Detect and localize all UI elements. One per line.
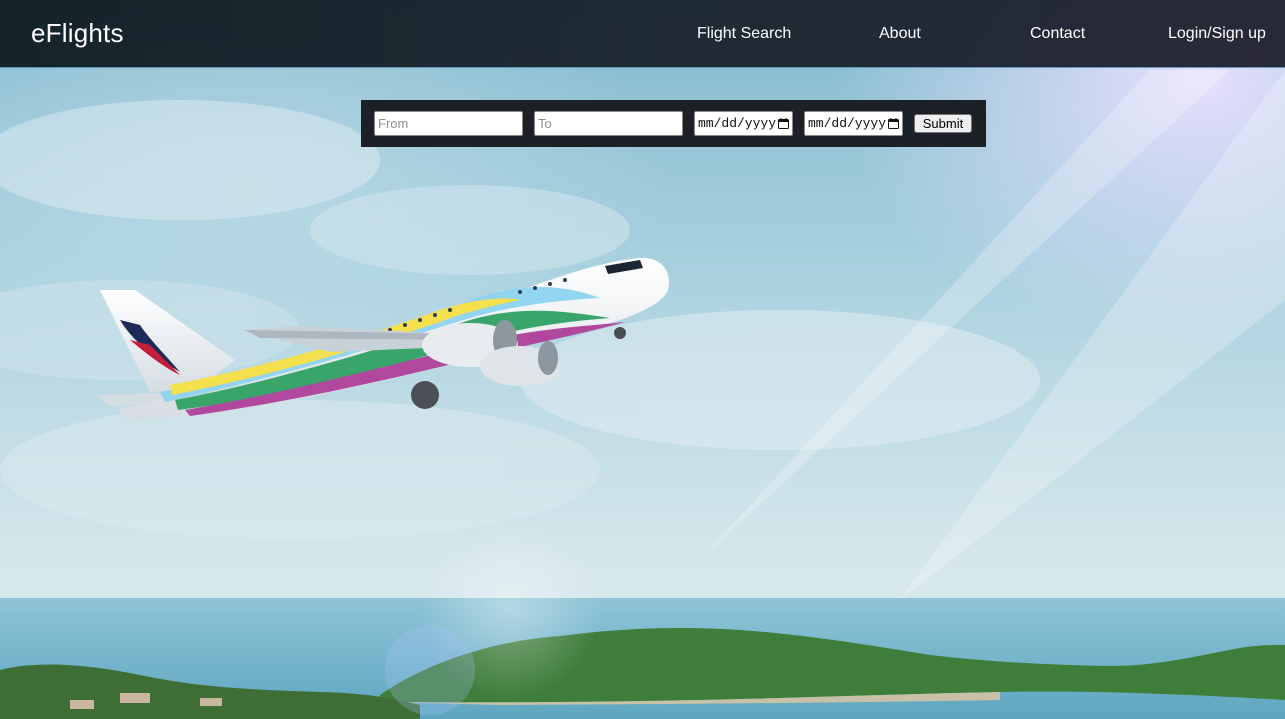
calendar-icon[interactable] xyxy=(778,118,789,129)
from-input[interactable] xyxy=(374,111,523,136)
departure-date-input[interactable]: mm/dd/yyyy xyxy=(694,111,793,136)
brand-logo[interactable]: eFlights xyxy=(31,18,124,49)
calendar-icon[interactable] xyxy=(888,118,899,129)
return-date-input[interactable]: mm/dd/yyyy xyxy=(804,111,903,136)
nav-link-login-signup[interactable]: Login/Sign up xyxy=(1168,25,1266,43)
top-navbar: eFlights Flight Search About Contact Log… xyxy=(0,0,1285,68)
nav-link-flight-search[interactable]: Flight Search xyxy=(697,25,791,43)
flight-search-form: mm/dd/yyyy mm/dd/yyyy Submit xyxy=(361,100,986,147)
to-input[interactable] xyxy=(534,111,683,136)
submit-button[interactable]: Submit xyxy=(914,114,972,133)
departure-date-placeholder: mm/dd/yyyy xyxy=(698,116,777,131)
return-date-placeholder: mm/dd/yyyy xyxy=(808,116,887,131)
nav-link-about[interactable]: About xyxy=(879,25,921,43)
nav-link-contact[interactable]: Contact xyxy=(1030,25,1085,43)
